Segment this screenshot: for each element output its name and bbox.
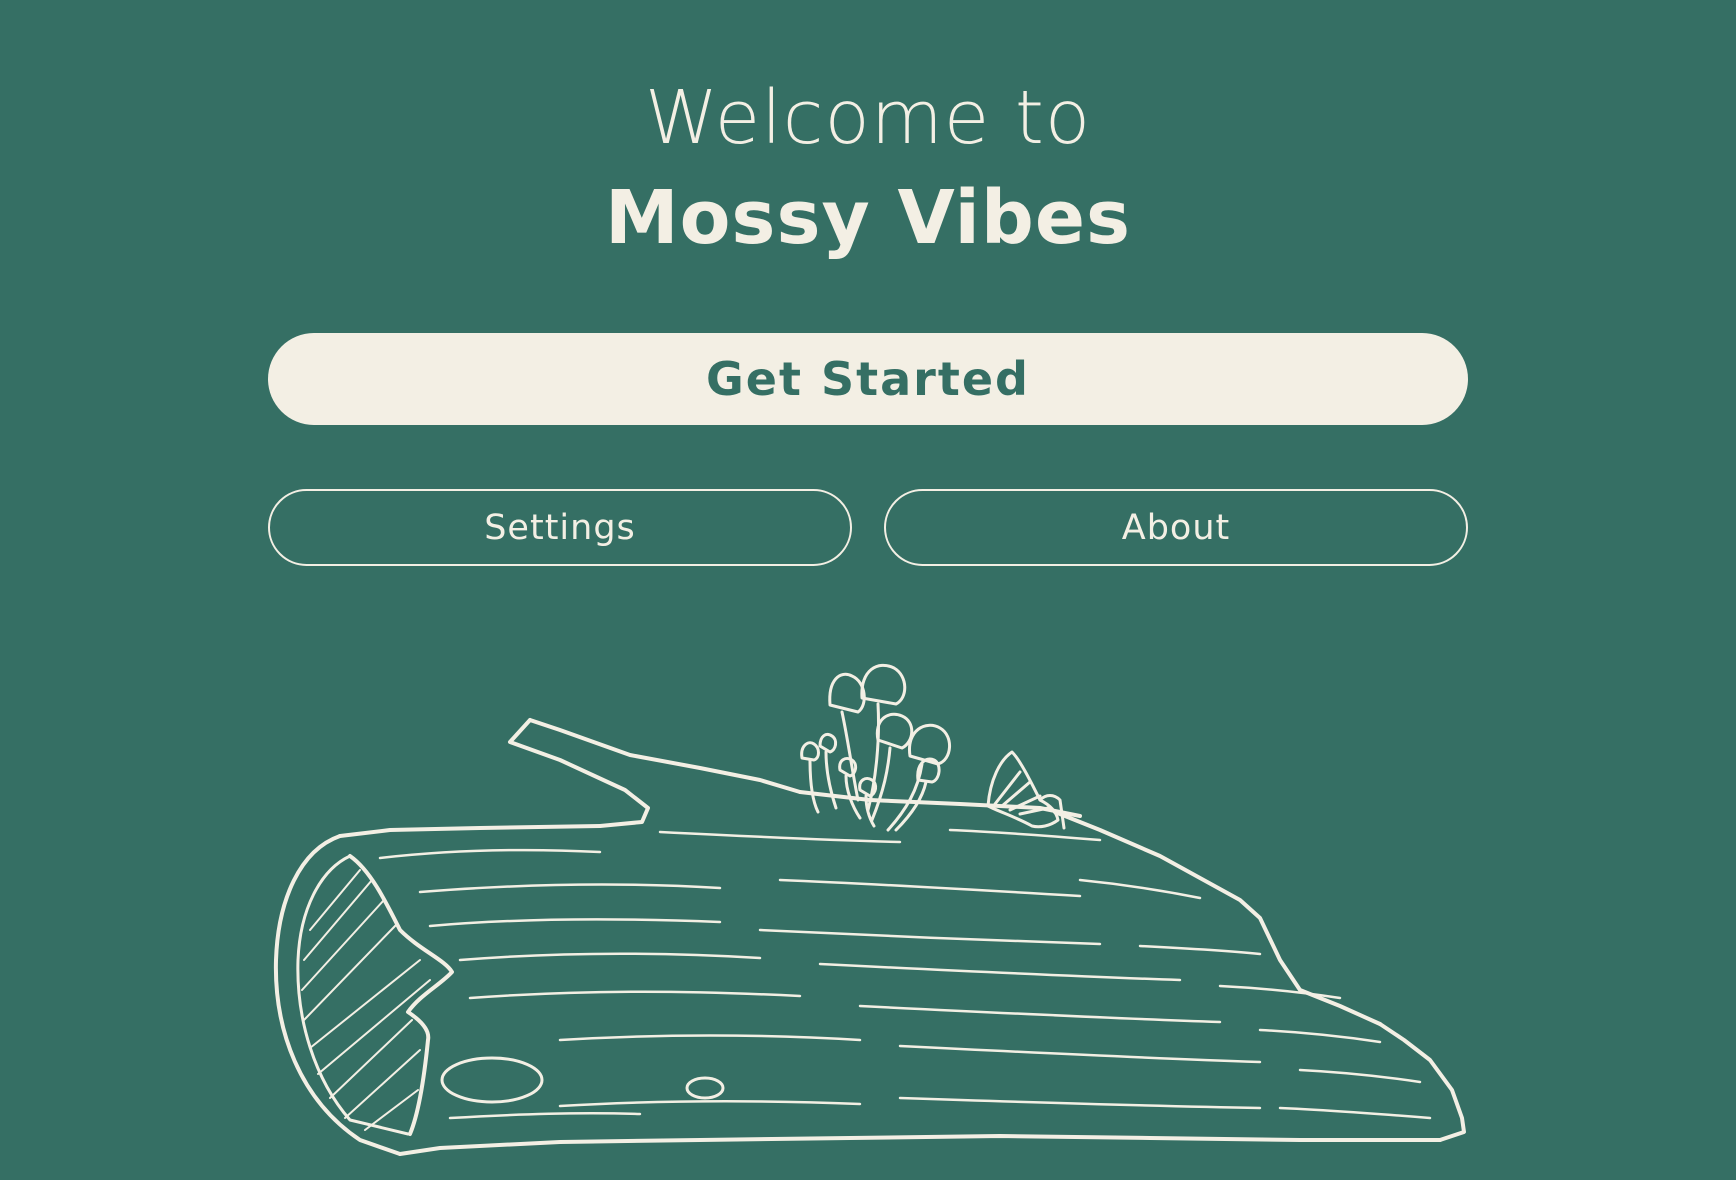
- settings-button[interactable]: Settings: [268, 489, 852, 566]
- about-button[interactable]: About: [884, 489, 1468, 566]
- app-title: Mossy Vibes: [604, 175, 1132, 261]
- welcome-screen: Welcome to Mossy Vibes Get Started Setti…: [0, 0, 1736, 1180]
- get-started-button[interactable]: Get Started: [268, 333, 1468, 425]
- welcome-heading: Welcome to: [644, 75, 1092, 161]
